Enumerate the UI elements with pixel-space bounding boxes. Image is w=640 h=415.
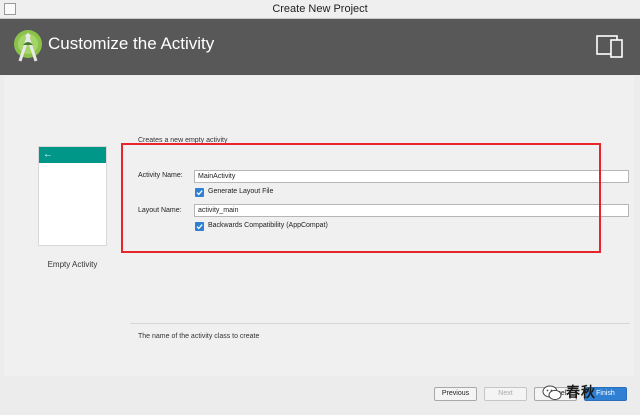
template-name-label: Empty Activity bbox=[47, 260, 98, 269]
watermark-text: 春秋 bbox=[566, 384, 596, 400]
window-title: Create New Project bbox=[272, 3, 368, 15]
highlight-annotation-box bbox=[121, 143, 601, 253]
divider bbox=[130, 323, 630, 324]
window-titlebar: Create New Project bbox=[0, 0, 640, 19]
tablet-icon bbox=[596, 35, 623, 58]
next-button[interactable]: Next bbox=[484, 387, 527, 401]
header-banner: Customize the Activity bbox=[0, 19, 640, 75]
field-hint-text: The name of the activity class to create bbox=[138, 333, 260, 340]
activity-template-preview[interactable]: ← bbox=[38, 146, 107, 246]
wechat-watermark-icon bbox=[542, 385, 562, 401]
android-studio-logo-icon bbox=[14, 30, 42, 62]
back-arrow-icon: ← bbox=[43, 149, 53, 160]
previous-button[interactable]: Previous bbox=[434, 387, 477, 401]
page-title: Customize the Activity bbox=[48, 34, 215, 53]
preview-app-bar: ← bbox=[39, 147, 106, 163]
